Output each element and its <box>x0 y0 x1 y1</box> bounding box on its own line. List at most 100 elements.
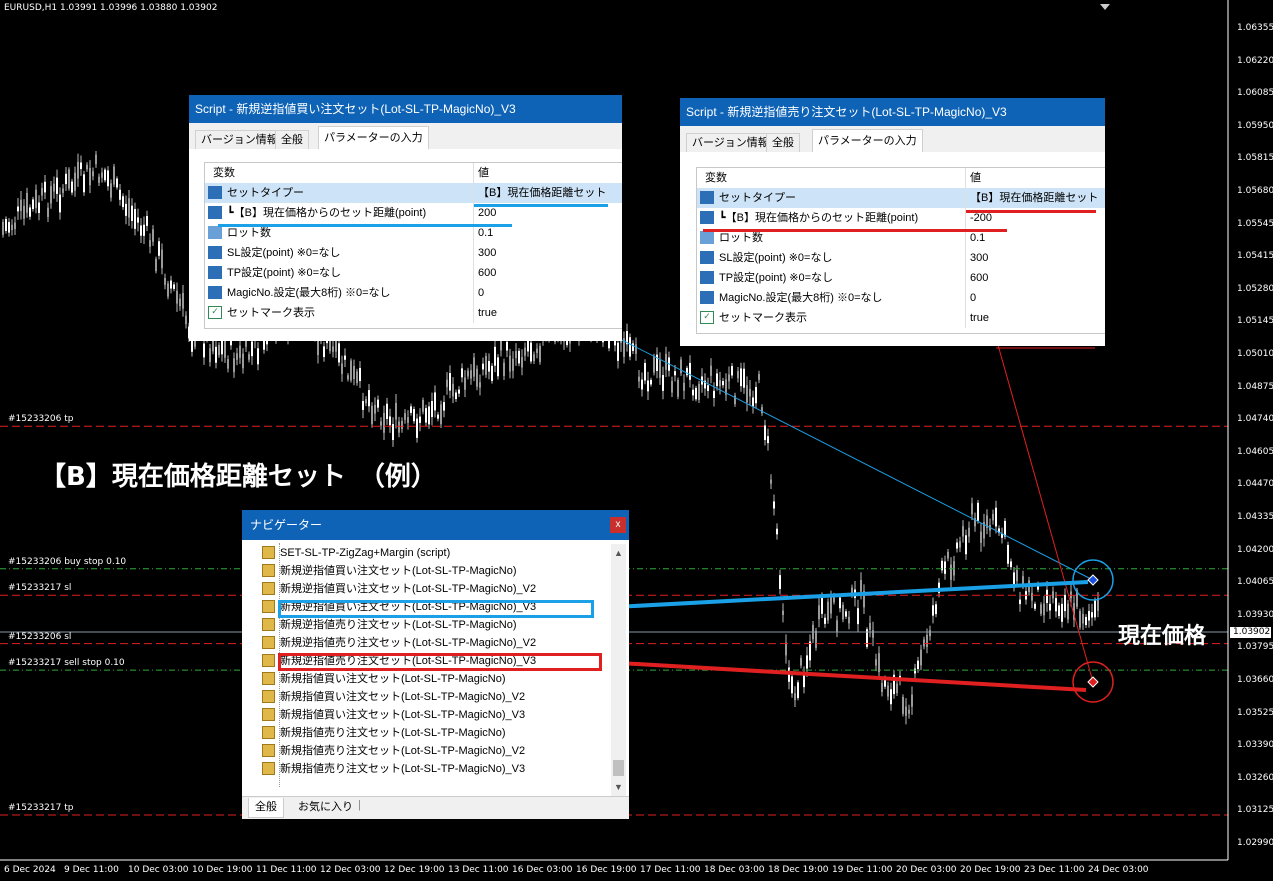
price-tick-label: 1.04200 <box>1237 544 1273 555</box>
parameter-grid[interactable]: 変数 値 セットタイプー 【B】現在価格距離セット ┗【B】現在価格からのセット距離… <box>204 162 622 329</box>
candle-body <box>632 343 634 351</box>
navigator-script-item[interactable]: 新規指値売り注文セット(Lot-SL-TP-MagicNo)_V2 <box>262 742 526 760</box>
parameter-row[interactable]: ✓ セットマーク表示 true <box>697 308 1105 328</box>
parameter-value[interactable]: 300 <box>965 248 988 268</box>
navigator-script-item[interactable]: 新規指値売り注文セット(Lot-SL-TP-MagicNo) <box>262 724 506 742</box>
candle-body <box>683 382 685 391</box>
candle-body <box>824 617 826 624</box>
double-param-icon <box>208 226 222 239</box>
price-tick-label: 1.05950 <box>1237 120 1273 131</box>
navigator-item-label: 新規指値買い注文セット(Lot-SL-TP-MagicNo) <box>280 673 506 685</box>
dialog-title[interactable]: Script - 新規逆指値買い注文セット(Lot-SL-TP-MagicNo)… <box>189 95 622 123</box>
navigator-scrollbar[interactable]: ▲ ▼ <box>611 544 626 796</box>
scroll-down-icon[interactable]: ▼ <box>614 782 623 792</box>
candle-body <box>908 709 910 714</box>
tab-favorites[interactable]: お気に入り <box>292 798 359 817</box>
script-icon <box>262 582 275 595</box>
dialog-title[interactable]: Script - 新規逆指値売り注文セット(Lot-SL-TP-MagicNo)… <box>680 98 1105 126</box>
parameter-row[interactable]: TP設定(point) ※0=なし 600 <box>697 268 1105 288</box>
parameter-row[interactable]: MagicNo.設定(最大8桁) ※0=なし 0 <box>205 283 622 303</box>
time-tick-label: 18 Dec 19:00 <box>768 865 829 875</box>
parameter-value[interactable]: true <box>473 303 497 323</box>
parameter-row[interactable]: TP設定(point) ※0=なし 600 <box>205 263 622 283</box>
tab-parameters[interactable]: パラメーターの入力 <box>318 126 429 149</box>
candle-body <box>95 154 97 165</box>
navigator-script-item[interactable]: 新規指値買い注文セット(Lot-SL-TP-MagicNo)_V2 <box>262 688 525 706</box>
parameter-value[interactable]: 600 <box>473 263 496 283</box>
parameter-row[interactable]: SL設定(point) ※0=なし 300 <box>205 243 622 263</box>
candle-body <box>653 356 655 373</box>
candle-body <box>1040 604 1042 614</box>
candle-body <box>113 166 115 185</box>
navigator-script-item[interactable]: 新規逆指値売り注文セット(Lot-SL-TP-MagicNo) <box>262 616 517 634</box>
candle-body <box>935 604 937 615</box>
scroll-thumb[interactable] <box>613 760 624 776</box>
tab-parameters[interactable]: パラメーターの入力 <box>812 129 923 152</box>
candle-body <box>860 579 862 592</box>
parameter-grid[interactable]: 変数 値 セットタイプー 【B】現在価格距離セット ┗【B】現在価格からのセット距離… <box>696 167 1105 334</box>
parameter-row[interactable]: セットタイプー 【B】現在価格距離セット <box>697 188 1105 208</box>
candle-body <box>965 535 967 555</box>
candle-body <box>479 382 481 388</box>
tab-general[interactable]: 全般 <box>275 130 309 149</box>
parameter-value[interactable]: 300 <box>473 243 496 263</box>
parameter-row[interactable]: セットタイプー 【B】現在価格距離セット <box>205 183 622 203</box>
candle-body <box>638 376 640 382</box>
candle-body <box>836 620 838 633</box>
tab-general[interactable]: 全般 <box>766 133 800 152</box>
navigator-script-item[interactable]: 新規逆指値買い注文セット(Lot-SL-TP-MagicNo) <box>262 562 517 580</box>
candle-body <box>758 374 760 380</box>
candle-body <box>518 350 520 364</box>
time-tick-label: 20 Dec 19:00 <box>960 865 1021 875</box>
candle-body <box>83 174 85 193</box>
parameter-row[interactable]: MagicNo.設定(最大8桁) ※0=なし 0 <box>697 288 1105 308</box>
navigator-title[interactable]: ナビゲーター <box>242 510 629 540</box>
candle-body <box>695 387 697 400</box>
parameter-value[interactable]: 【B】現在価格距離セット <box>473 183 606 203</box>
candle-body <box>1055 598 1057 612</box>
scroll-up-icon[interactable]: ▲ <box>614 548 623 558</box>
parameter-name: セットタイプー <box>227 187 304 199</box>
navigator-script-item[interactable]: 新規逆指値買い注文セット(Lot-SL-TP-MagicNo)_V2 <box>262 580 536 598</box>
parameter-value[interactable]: 0 <box>473 283 484 303</box>
candle-body <box>857 608 859 625</box>
tab-general[interactable]: 全般 <box>248 798 284 818</box>
navigator-script-item[interactable]: 新規逆指値売り注文セット(Lot-SL-TP-MagicNo)_V2 <box>262 634 536 652</box>
parameter-value[interactable]: 【B】現在価格距離セット <box>965 188 1098 208</box>
navigator-script-item[interactable]: 新規指値売り注文セット(Lot-SL-TP-MagicNo)_V3 <box>262 760 526 778</box>
candle-body <box>431 400 433 418</box>
candle-body <box>947 551 949 559</box>
parameter-name: TP設定(point) ※0=なし <box>719 272 834 284</box>
candle-body <box>779 575 781 589</box>
candle-body <box>443 402 445 411</box>
candle-body <box>425 408 427 423</box>
navigator-script-item[interactable]: SET-SL-TP-ZigZag+Margin (script) <box>262 544 450 562</box>
parameter-row[interactable]: ✓ セットマーク表示 true <box>205 303 622 323</box>
price-tick-label: 1.06355 <box>1237 23 1273 33</box>
candle-body <box>449 373 451 391</box>
parameter-value[interactable]: true <box>965 308 989 328</box>
candle-body <box>65 173 67 185</box>
parameter-name: MagicNo.設定(最大8桁) ※0=なし <box>719 292 883 304</box>
parameter-row[interactable]: SL設定(point) ※0=なし 300 <box>697 248 1105 268</box>
candle-body <box>896 683 898 694</box>
candle-body <box>482 363 484 370</box>
candle-body <box>767 436 769 444</box>
navigator-script-item[interactable]: 新規指値買い注文セット(Lot-SL-TP-MagicNo)_V3 <box>262 706 525 724</box>
close-icon[interactable]: x <box>610 517 626 533</box>
navigator-item-label: 新規指値売り注文セット(Lot-SL-TP-MagicNo)_V2 <box>280 745 526 757</box>
navigator-script-item[interactable]: 新規指値買い注文セット(Lot-SL-TP-MagicNo) <box>262 670 506 688</box>
candle-body <box>674 371 676 376</box>
candle-body <box>698 383 700 400</box>
tab-version-info[interactable]: バージョン情報 <box>686 133 775 152</box>
parameter-value[interactable]: 0 <box>965 288 976 308</box>
buy-script-dialog[interactable]: Script - 新規逆指値買い注文セット(Lot-SL-TP-MagicNo)… <box>189 95 622 341</box>
candle-body <box>344 355 346 360</box>
tab-version-info[interactable]: バージョン情報 <box>195 130 284 149</box>
price-tick-label: 1.05280 <box>1237 283 1273 294</box>
sell-script-dialog[interactable]: Script - 新規逆指値売り注文セット(Lot-SL-TP-MagicNo)… <box>680 98 1105 346</box>
candle-body <box>86 164 88 170</box>
chart-dropdown-icon[interactable] <box>1100 4 1110 10</box>
parameter-value[interactable]: 600 <box>965 268 988 288</box>
navigator-item-label: 新規指値売り注文セット(Lot-SL-TP-MagicNo)_V3 <box>280 763 526 775</box>
